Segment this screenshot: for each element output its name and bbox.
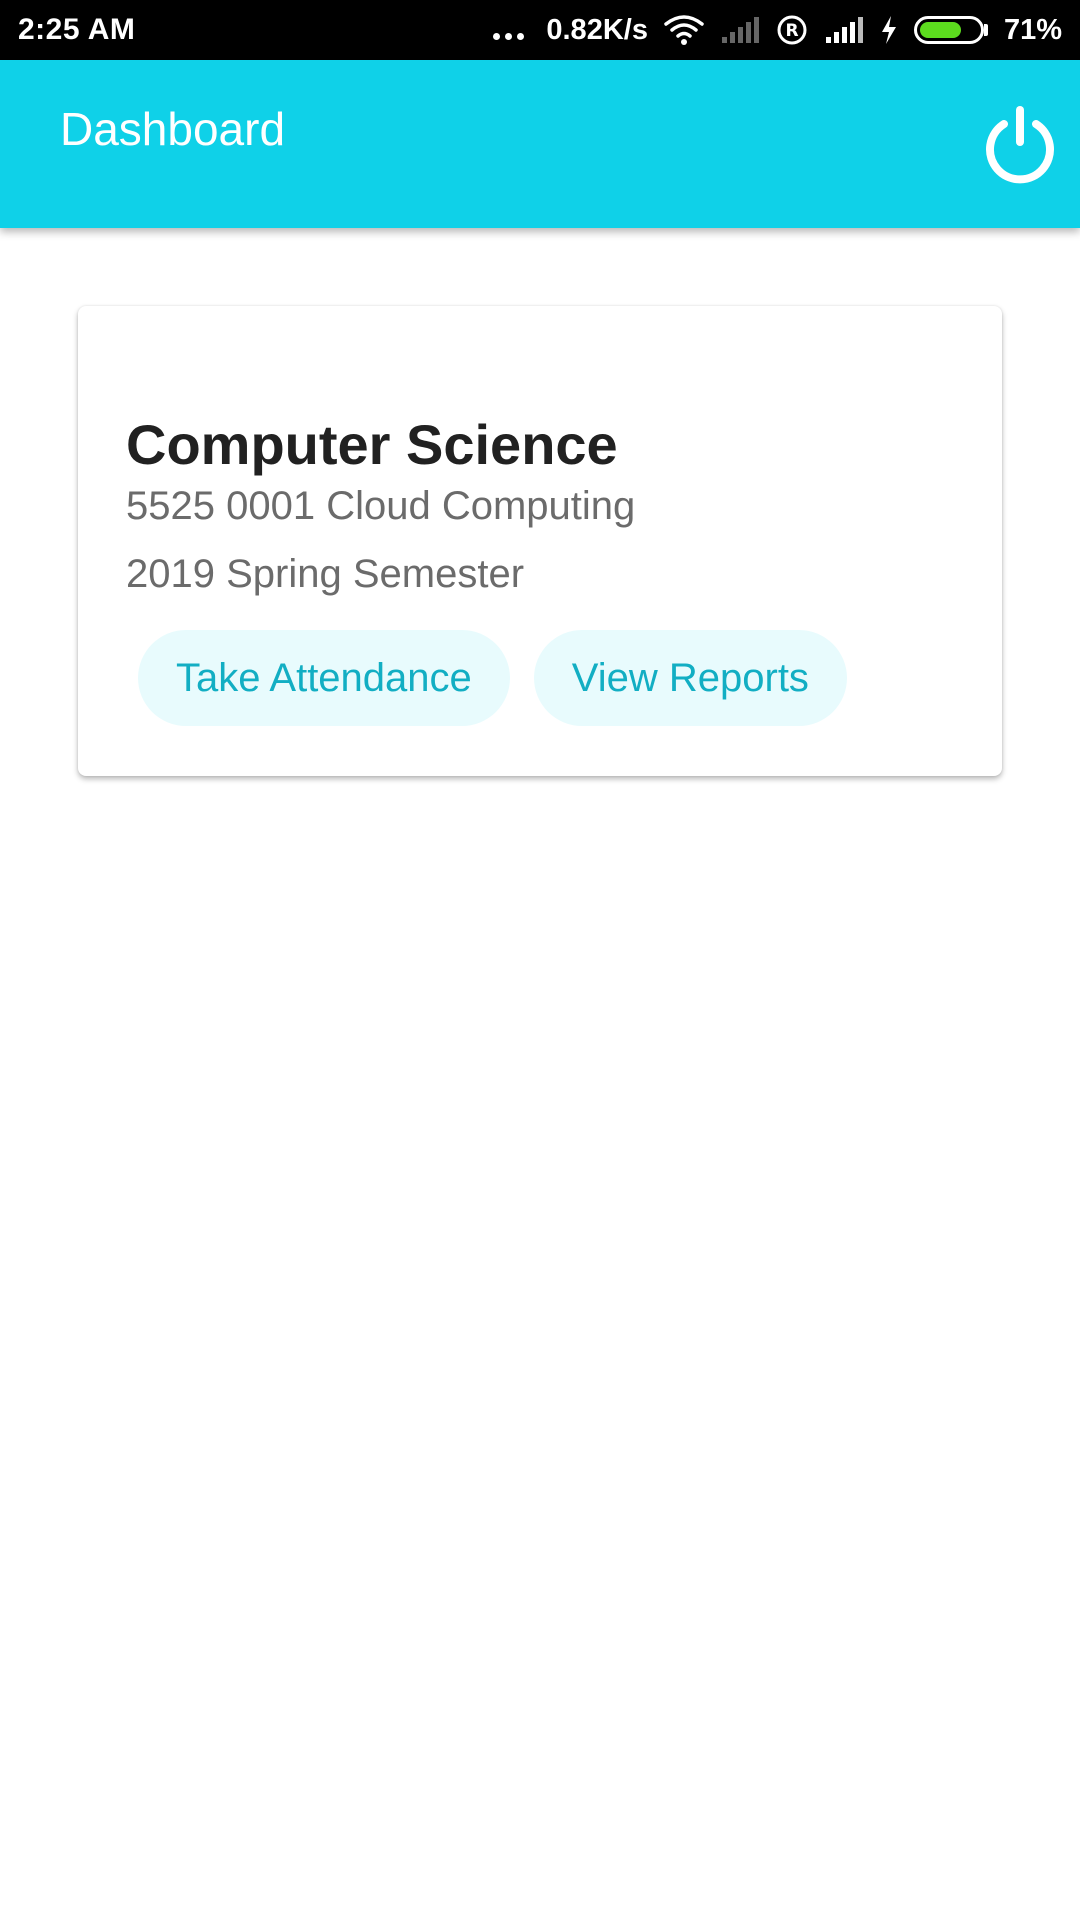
svg-text:R: R [785,21,798,41]
department-title: Computer Science [126,413,618,476]
roaming-icon: R [776,14,808,46]
power-icon [986,106,1054,184]
card-actions: Take Attendance View Reports [138,630,847,726]
signal-icon [824,15,864,45]
battery-icon [913,16,988,44]
network-speed: 0.82K/s [546,13,648,46]
wifi-icon [664,14,704,46]
battery-percent: 71% [1003,13,1062,46]
status-icons: 0.82K/s R 71% [493,14,1062,47]
view-reports-button[interactable]: View Reports [533,630,847,726]
more-dots-icon [493,20,525,40]
semester-label: 2019 Spring Semester [126,552,525,596]
take-attendance-button[interactable]: Take Attendance [138,630,510,726]
status-time: 2:25 AM [18,13,136,46]
course-card: Computer Science 5525 0001 Cloud Computi… [78,306,1002,776]
logout-button[interactable] [978,102,1062,186]
charging-icon [880,15,898,45]
app-bar: Dashboard [0,60,1080,228]
course-name: 5525 0001 Cloud Computing [126,484,636,528]
battery-fill [919,22,962,38]
status-bar: 2:25 AM 0.82K/s R 71% [0,0,1080,60]
signal-weak-icon [720,15,760,45]
page-title: Dashboard [60,103,286,155]
